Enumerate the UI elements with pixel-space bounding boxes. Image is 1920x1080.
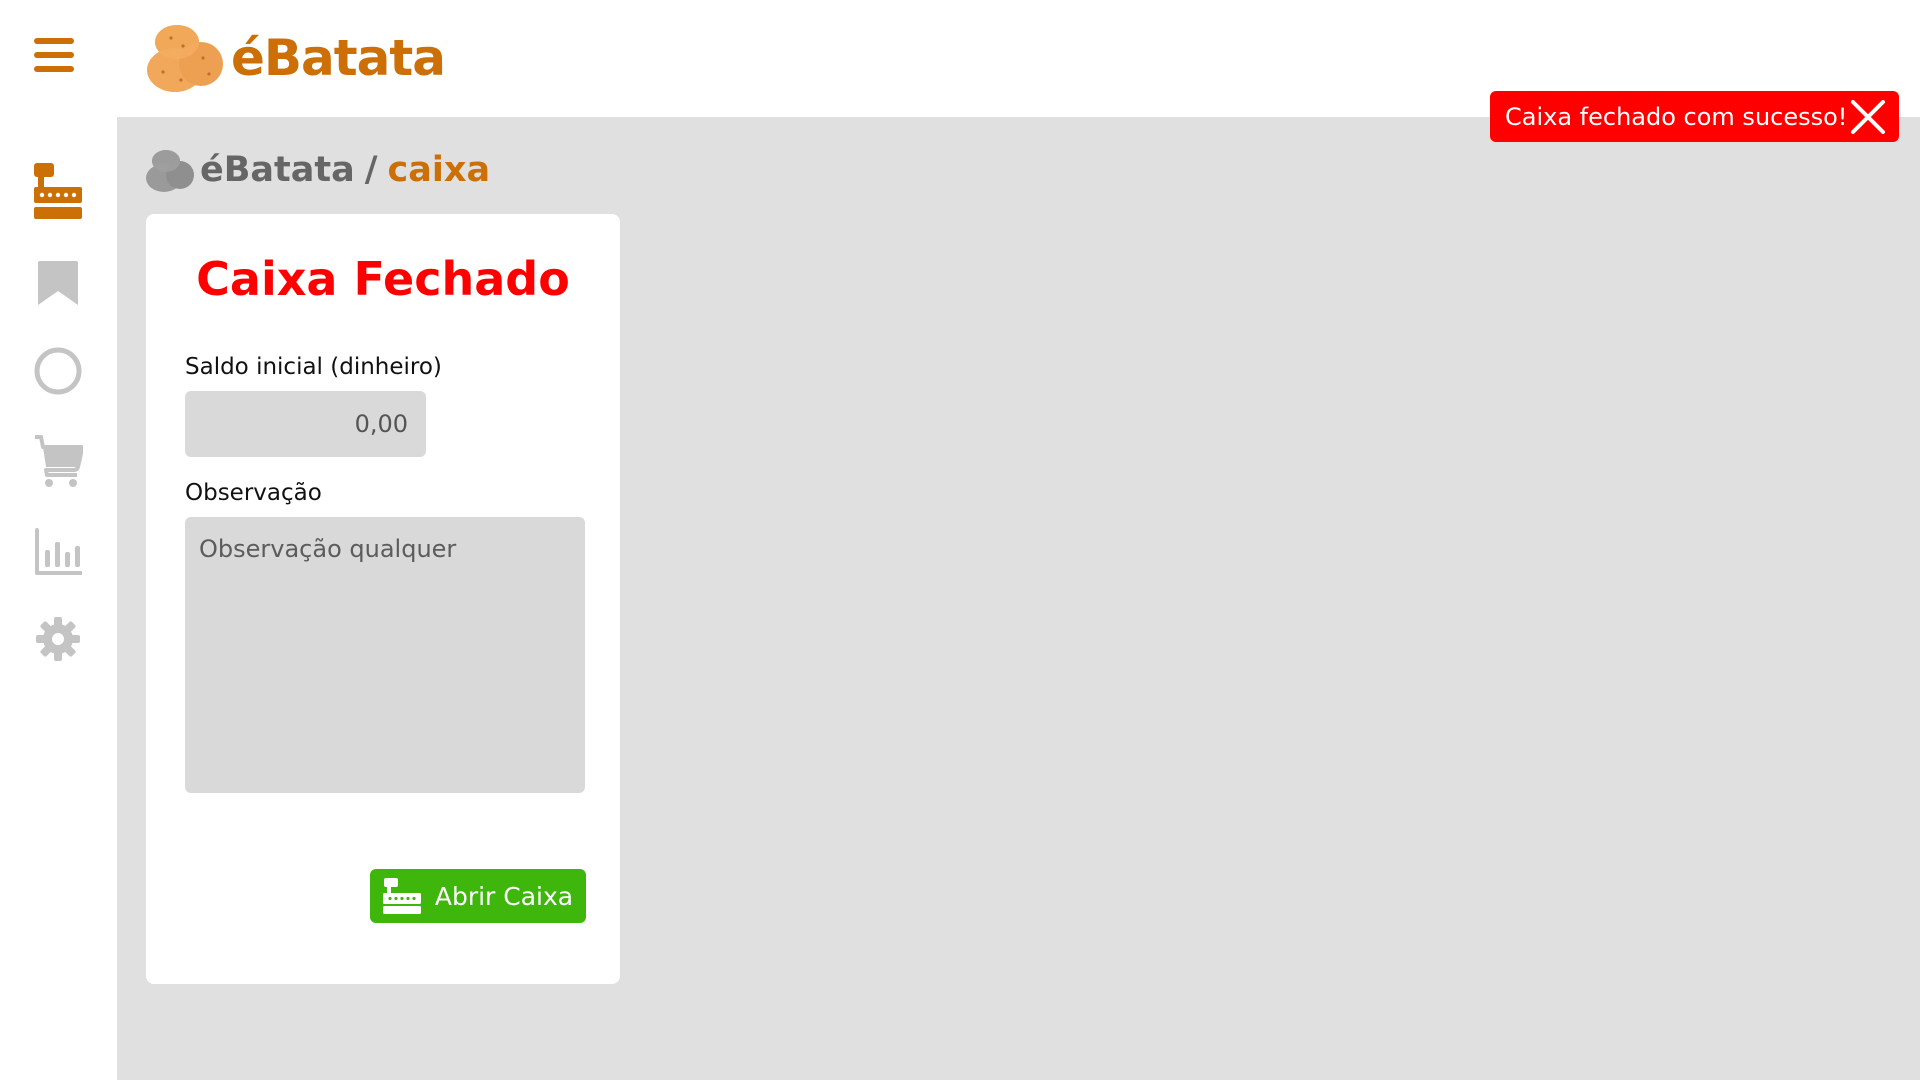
potato-logo-icon: [147, 25, 223, 92]
hamburger-line: [34, 66, 74, 72]
sidebar-item-cart[interactable]: [29, 433, 87, 491]
sidebar: [0, 117, 117, 1080]
breadcrumb-home[interactable]: éBatata: [200, 150, 355, 190]
bar-chart-icon: [35, 528, 82, 575]
card-title: Caixa Fechado: [196, 252, 570, 306]
hamburger-line: [34, 38, 74, 44]
success-toast: Caixa fechado com sucesso!: [1490, 91, 1899, 142]
brand[interactable]: éBatata: [143, 18, 446, 98]
observacao-label: Observação: [185, 480, 322, 506]
abrir-caixa-button[interactable]: Abrir Caixa: [370, 869, 586, 923]
sidebar-item-settings[interactable]: [29, 610, 87, 668]
saldo-label: Saldo inicial (dinheiro): [185, 354, 442, 380]
observacao-textarea[interactable]: [185, 517, 585, 793]
sidebar-item-circle[interactable]: [29, 342, 87, 400]
cash-register-icon: [382, 878, 421, 914]
shopping-cart-icon: [35, 435, 83, 487]
sidebar-item-reports[interactable]: [29, 523, 87, 581]
cash-register-icon: [34, 163, 82, 219]
toast-message: Caixa fechado com sucesso!: [1505, 102, 1848, 131]
sidebar-item-caixa[interactable]: [29, 163, 87, 222]
breadcrumb-separator: /: [364, 150, 378, 190]
sidebar-item-bookmark[interactable]: [29, 254, 87, 312]
breadcrumb: éBatata / caixa: [144, 145, 490, 195]
circle-icon: [34, 347, 82, 395]
close-icon[interactable]: [1849, 98, 1887, 136]
breadcrumb-current: caixa: [387, 150, 491, 190]
settings-gear-icon: [36, 617, 80, 661]
main-content: éBatata / caixa Caixa Fechado Saldo inic…: [117, 117, 1920, 1080]
brand-name: éBatata: [231, 29, 446, 87]
caixa-card: Caixa Fechado Saldo inicial (dinheiro) O…: [146, 214, 620, 984]
bookmark-icon: [38, 261, 78, 305]
abrir-caixa-label: Abrir Caixa: [434, 881, 574, 911]
potato-gray-icon: [146, 150, 194, 192]
hamburger-menu-icon[interactable]: [32, 35, 78, 75]
saldo-input[interactable]: [185, 391, 426, 457]
hamburger-line: [34, 52, 74, 58]
